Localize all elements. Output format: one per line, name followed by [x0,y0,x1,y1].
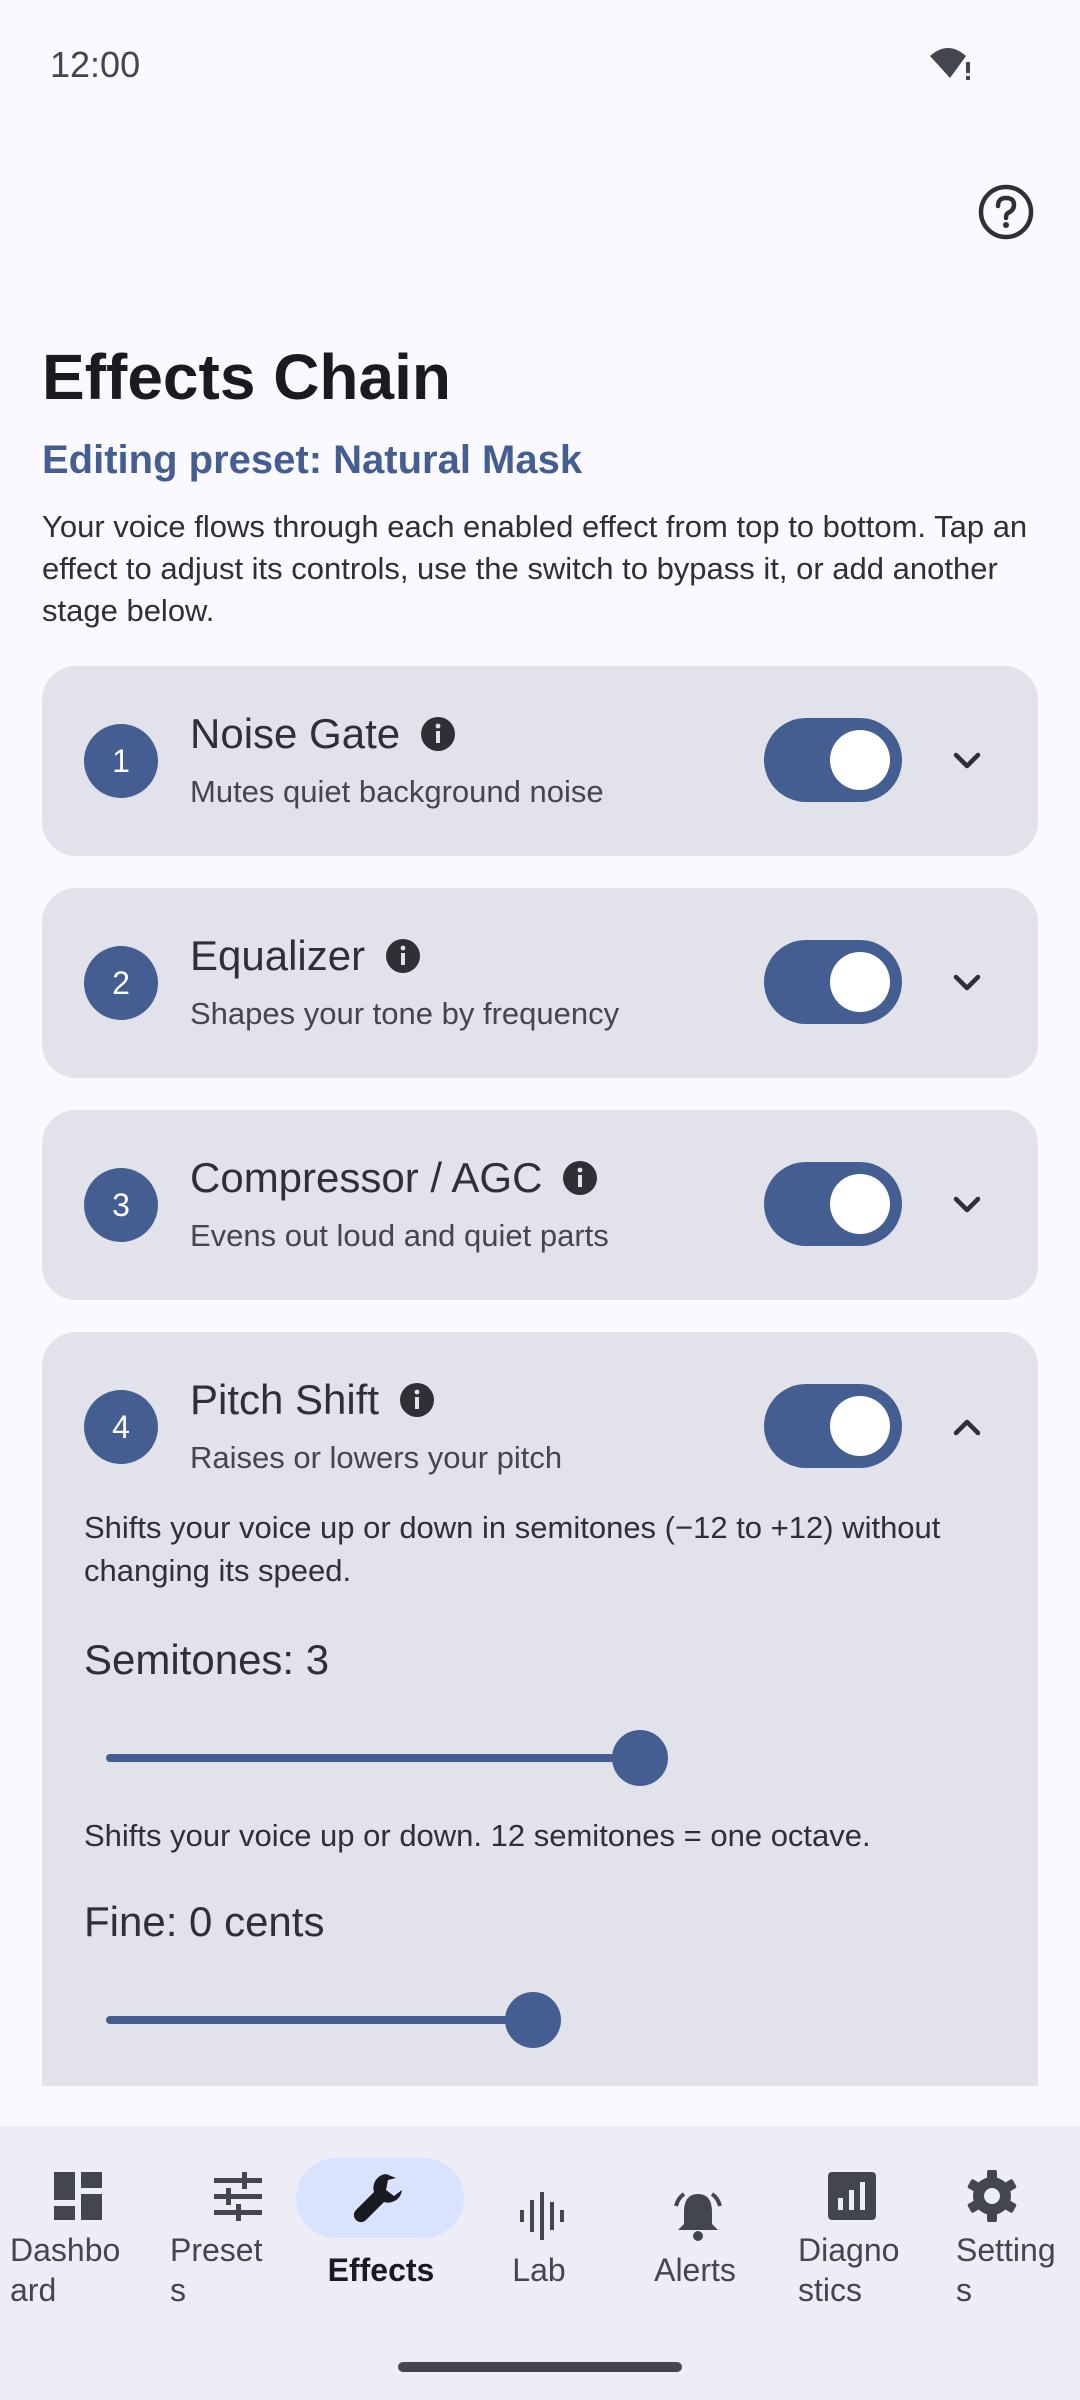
nav-label: Setting s [956,2232,1056,2308]
toggle-knob [830,1174,890,1234]
effect-subtitle: Shapes your tone by frequency [190,996,620,1031]
gear-icon [967,2170,1017,2222]
semitones-label: Semitones: 3 [84,1636,330,1683]
slider-track [106,2016,533,2024]
home-indicator[interactable] [398,2362,682,2372]
nav-icon-container [784,2156,920,2236]
chart-icon [828,2172,876,2220]
info-icon[interactable] [399,1382,435,1418]
nav-icon-container [630,2176,766,2256]
effect-name: Pitch Shift [190,1376,380,1423]
effect-subtitle: Raises or lowers your pitch [190,1440,563,1475]
nav-label: Diagno stics [798,2232,900,2308]
effect-number-badge: 3 [84,1168,158,1242]
effect-number-badge: 4 [84,1390,158,1464]
effect-enable-toggle[interactable] [764,1162,902,1246]
effect-subtitle: Mutes quiet background noise [190,774,604,809]
nav-item-settings[interactable]: Setting s [946,2126,1080,2366]
help-icon[interactable] [976,182,1036,242]
nav-item-alerts[interactable]: Alerts [620,2126,776,2366]
bottom-navigation: Dashbo ard Preset s Effects Lab Alerts D… [0,2126,1080,2400]
nav-icon-container [474,2176,610,2256]
nav-label: Effects [327,2252,435,2288]
info-icon[interactable] [562,1160,598,1196]
chevron-down-icon[interactable] [942,736,992,786]
nav-label: Alerts [654,2252,736,2288]
nav-icon-container [296,2158,464,2238]
chevron-down-icon[interactable] [942,958,992,1008]
intro-text: Your voice flows through each enabled ef… [42,509,1028,628]
chevron-down-icon[interactable] [942,1180,992,1230]
effect-number-badge: 1 [84,724,158,798]
status-time: 12:00 [50,44,141,85]
effect-card-noise-gate[interactable]: 1 Noise Gate Mutes quiet background nois… [42,666,1038,856]
nav-icon-container [170,2156,306,2236]
slider-thumb[interactable] [611,1730,668,1786]
nav-item-lab[interactable]: Lab [464,2126,620,2366]
info-icon[interactable] [385,938,421,974]
effect-title: Pitch Shift [190,1376,435,1424]
effect-number-badge: 2 [84,946,158,1020]
effect-title: Compressor / AGC [190,1154,598,1202]
effect-subtitle: Evens out loud and quiet parts [190,1218,609,1253]
effect-title: Noise Gate [190,710,456,758]
toggle-knob [830,1396,890,1456]
effect-card-compressor[interactable]: 3 Compressor / AGC Evens out loud and qu… [42,1110,1038,1300]
page-title: Effects Chain [42,341,451,413]
nav-label: Lab [512,2252,566,2288]
nav-icon-container [10,2156,146,2236]
semitones-slider[interactable] [84,1728,984,1788]
effect-enable-toggle[interactable] [764,940,902,1024]
wifi-alert-icon [930,48,970,80]
dashboard-icon [54,2172,102,2220]
nav-icon-container [924,2156,1060,2236]
nav-item-diagnostics[interactable]: Diagno stics [790,2126,946,2366]
effect-name: Equalizer [190,932,366,979]
nav-label: Dashbo ard [10,2232,121,2308]
wrench-icon [353,2174,402,2223]
effect-enable-toggle[interactable] [764,1384,902,1468]
effect-title: Equalizer [190,932,421,980]
toggle-knob [830,952,890,1012]
slider-thumb[interactable] [505,1992,561,2048]
effect-enable-toggle[interactable] [764,718,902,802]
semitones-hint: Shifts your voice up or down. 12 semiton… [84,1818,871,1853]
status-bar: 12:00 [0,0,1080,130]
nav-item-dashboard[interactable]: Dashbo ard [0,2126,156,2366]
effect-description: Shifts your voice up or down in semitone… [84,1510,941,1588]
tune-icon [214,2172,262,2221]
toggle-knob [830,730,890,790]
fine-slider[interactable] [84,1990,984,2050]
info-icon[interactable] [420,716,456,752]
slider-track [106,1754,640,1762]
nav-item-effects[interactable]: Effects [296,2126,464,2366]
effect-card-pitch-shift[interactable]: 4 Pitch Shift Raises or lowers your pitc… [42,1332,1038,2086]
bell-icon [674,2192,722,2241]
effect-name: Compressor / AGC [190,1154,543,1201]
fine-label: Fine: 0 cents [84,1898,325,1945]
effect-card-equalizer[interactable]: 2 Equalizer Shapes your tone by frequenc… [42,888,1038,1078]
chevron-up-icon[interactable] [942,1402,992,1452]
editing-preset-label: Editing preset: Natural Mask [42,438,583,482]
nav-item-presets[interactable]: Preset s [160,2126,316,2366]
effect-name: Noise Gate [190,710,401,757]
nav-label: Preset s [170,2232,263,2308]
waveform-icon [520,2192,564,2240]
